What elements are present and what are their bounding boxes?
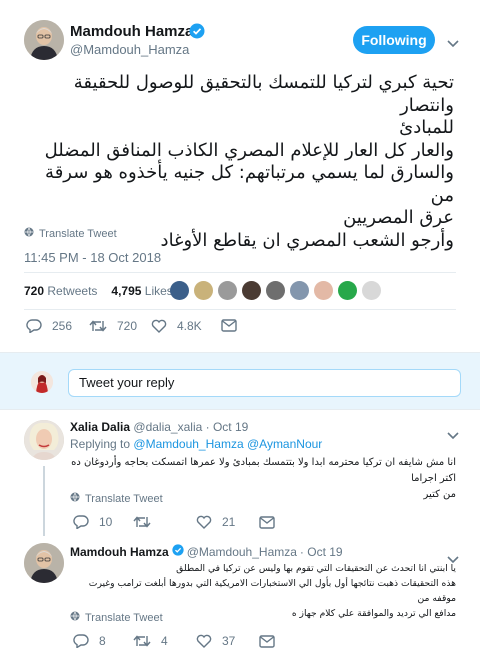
replying-to-label: Replying to: [70, 437, 131, 451]
reply-icon: [26, 319, 42, 333]
globe-icon: [70, 611, 80, 624]
reply-date[interactable]: · Oct 19: [300, 545, 343, 559]
tweet-text-line: للمبادئ: [399, 117, 454, 138]
envelope-icon: [221, 319, 237, 332]
reply-author-avatar[interactable]: [24, 420, 64, 460]
direct-message-action[interactable]: [221, 319, 237, 332]
reply-author-portrait-image: [24, 543, 64, 583]
reply-date[interactable]: · Oct 19: [206, 420, 249, 434]
translate-tweet-link[interactable]: Translate Tweet: [70, 492, 163, 505]
liker-avatar[interactable]: [362, 281, 381, 300]
author-handle[interactable]: @Mamdouh_Hamza: [70, 42, 189, 57]
reply-author-handle[interactable]: @dalia_xalia: [133, 420, 202, 434]
envelope-icon: [259, 516, 275, 529]
like-action[interactable]: 21: [196, 515, 235, 529]
like-count: 37: [222, 634, 236, 648]
reply-input[interactable]: Tweet your reply: [68, 369, 461, 397]
reply-text-line: هذه التحقيقات ذهبت نتائجها أول بأول الي …: [88, 578, 456, 604]
translate-tweet-label[interactable]: Translate Tweet: [85, 493, 163, 505]
verified-badge-icon: [172, 544, 184, 559]
globe-icon: [24, 227, 34, 240]
direct-message-action[interactable]: [259, 635, 275, 648]
reply-action[interactable]: 8: [73, 634, 106, 648]
retweets-stat[interactable]: 720 Retweets: [24, 284, 97, 298]
heart-icon: [196, 634, 212, 648]
reply-action[interactable]: 256: [26, 319, 72, 333]
likes-label: Likes: [144, 284, 173, 298]
like-count: 21: [222, 515, 236, 529]
envelope-icon: [259, 635, 275, 648]
retweet-icon: [133, 634, 151, 648]
retweet-icon: [133, 515, 151, 529]
liker-avatar[interactable]: [170, 281, 189, 300]
author-portrait-image: [24, 20, 64, 60]
liker-avatars: [170, 281, 381, 300]
likes-stat[interactable]: 4,795 Likes: [111, 284, 172, 298]
liker-avatar[interactable]: [266, 281, 285, 300]
reply-author-avatar[interactable]: [24, 543, 64, 583]
divider: [24, 272, 456, 273]
replying-to: Replying to @Mamdouh_Hamza @AymanNour: [70, 437, 322, 451]
thread-connector-line: [43, 466, 45, 536]
retweet-action[interactable]: 720: [89, 319, 137, 333]
current-user-avatar[interactable]: [31, 371, 53, 393]
tweet-text-line: تحية كبري لتركيا للتمسك بالتحقيق للوصول …: [73, 72, 454, 116]
tweet-text-line: والعار كل العار للإعلام المصري الكاذب ال…: [44, 139, 454, 161]
retweets-label: Retweets: [47, 284, 98, 298]
retweets-count: 720: [24, 284, 45, 298]
divider: [24, 309, 456, 310]
liker-avatar[interactable]: [314, 281, 333, 300]
like-action[interactable]: 4.8K: [151, 319, 202, 333]
liker-avatar[interactable]: [338, 281, 357, 300]
reply-author-name[interactable]: Xalia Dalia: [70, 420, 130, 434]
heart-icon: [196, 515, 212, 529]
retweet-action[interactable]: [133, 515, 161, 529]
liker-avatar[interactable]: [290, 281, 309, 300]
replying-to-mention[interactable]: @AymanNour: [247, 437, 322, 451]
reply-header: Xalia Dalia @dalia_xalia · Oct 19: [70, 420, 248, 434]
tweet-text-line: والسارق لما يسمي مرتباتهم: كل جنيه يأخذو…: [45, 162, 454, 206]
author-avatar[interactable]: [24, 20, 64, 60]
translate-tweet-link[interactable]: Translate Tweet: [70, 611, 163, 624]
retweet-count: 4: [161, 634, 168, 648]
retweet-action[interactable]: 4: [133, 634, 168, 648]
following-button[interactable]: Following: [353, 26, 435, 54]
translate-tweet-label[interactable]: Translate Tweet: [39, 228, 117, 240]
liker-avatar[interactable]: [194, 281, 213, 300]
reply-header: Mamdouh Hamza @Mamdouh_Hamza · Oct 19: [70, 544, 343, 559]
tweet-timestamp[interactable]: 11:45 PM - 18 Oct 2018: [24, 250, 161, 265]
reply-action[interactable]: 10: [73, 515, 112, 529]
reply-author-handle[interactable]: @Mamdouh_Hamza: [187, 545, 297, 559]
replying-to-mention[interactable]: @Mamdouh_Hamza: [133, 437, 243, 451]
verified-badge-icon: [189, 23, 205, 44]
like-action[interactable]: 37: [196, 634, 235, 648]
reply-count: 8: [99, 634, 106, 648]
reply-author-name[interactable]: Mamdouh Hamza: [70, 545, 169, 559]
current-user-portrait-image: [31, 371, 53, 393]
reply-author-portrait-image: [24, 420, 64, 460]
author-name[interactable]: Mamdouh Hamza: [70, 23, 193, 40]
reply-text-line: انا مش شايفه ان تركيا محترمه ابدا ولا بت…: [71, 457, 456, 484]
reply-count: 10: [99, 515, 113, 529]
translate-tweet-label[interactable]: Translate Tweet: [85, 612, 163, 624]
globe-icon: [70, 492, 80, 505]
reply-text-line: يا ابنتي انا اتحدث عن التحقيقات التي تقو…: [176, 563, 456, 574]
chevron-down-icon[interactable]: [447, 35, 459, 53]
reply-icon: [73, 634, 89, 648]
retweet-count: 720: [117, 319, 138, 333]
heart-icon: [151, 319, 167, 333]
translate-tweet-link[interactable]: Translate Tweet: [24, 227, 117, 240]
direct-message-action[interactable]: [259, 516, 275, 529]
chevron-down-icon[interactable]: [447, 427, 459, 445]
stats-row: 720 Retweets 4,795 Likes: [24, 284, 173, 298]
retweet-icon: [89, 319, 107, 333]
like-count: 4.8K: [177, 319, 202, 333]
tweet-text: تحية كبري لتركيا للتمسك بالتحقيق للوصول …: [24, 72, 454, 252]
likes-count: 4,795: [111, 284, 142, 298]
reply-icon: [73, 515, 89, 529]
liker-avatar[interactable]: [218, 281, 237, 300]
reply-count: 256: [52, 319, 73, 333]
liker-avatar[interactable]: [242, 281, 261, 300]
